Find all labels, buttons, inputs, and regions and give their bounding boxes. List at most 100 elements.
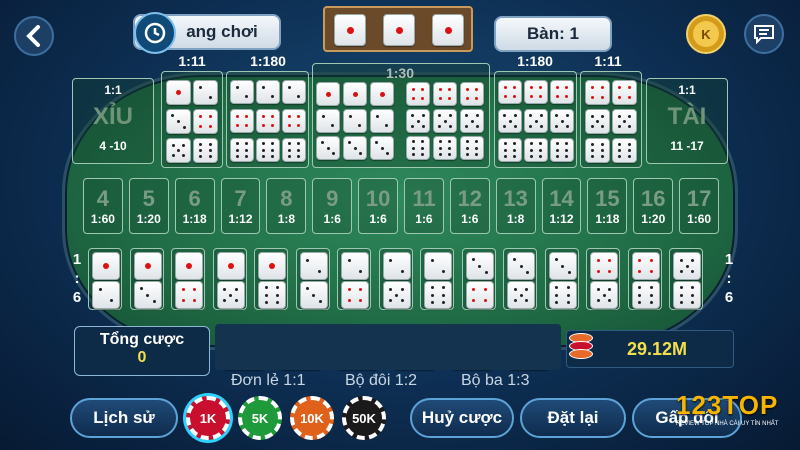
die-face-6: [550, 138, 574, 162]
die-face-3: [299, 281, 328, 309]
chip-10k[interactable]: 10K: [290, 396, 334, 440]
die-face-5: [166, 138, 191, 163]
sum-bet-7[interactable]: 7 1:12: [220, 178, 261, 234]
chip-stack-icon: [569, 333, 593, 363]
die-face-6: [612, 138, 637, 163]
history-button[interactable]: Lịch sử: [70, 398, 178, 438]
sum-bet-12[interactable]: 12 1:6: [449, 178, 490, 234]
sum-bet-15[interactable]: 15 1:18: [587, 178, 628, 234]
die-face-4: [524, 80, 548, 104]
die-face-2: [382, 252, 411, 280]
die-face-5: [433, 109, 457, 133]
small-title: XỈU: [92, 103, 133, 130]
die-face-1: [92, 252, 120, 280]
sum-odds: 1:12: [549, 212, 574, 226]
die-face-5: [612, 109, 637, 134]
die-face-4: [230, 109, 254, 133]
die-face-5: [550, 109, 574, 133]
die-face-1: [432, 14, 464, 46]
die-face-1: [343, 82, 367, 106]
die-face-6: [585, 138, 610, 163]
payout-pair: Bộ đôi 1:2: [345, 372, 418, 389]
sum-bet-17[interactable]: 17 1:60: [679, 178, 720, 234]
sum-row: 4 1:60 5 1:20 6 1:18 7 1:12 8 1:8 9 1:6 10 1:6 11 1:6 12…: [83, 178, 720, 234]
chip-selector: 1K 5K 10K 50K: [186, 396, 404, 444]
cancel-bet-button[interactable]: Huỷ cược: [410, 398, 514, 438]
die-face-3: [343, 136, 367, 160]
mode-label: ang chơi: [186, 22, 258, 41]
sum-number: 7: [234, 186, 247, 211]
die-face-4: [550, 80, 574, 104]
sum-bet-10[interactable]: 10 1:6: [358, 178, 399, 234]
die-face-6: [282, 138, 306, 162]
die-face-1: [133, 252, 162, 280]
balance-value: 29.12M: [627, 339, 688, 359]
die-face-1: [383, 14, 415, 46]
chip-50k[interactable]: 50K: [342, 396, 386, 440]
die-face-4: [406, 82, 430, 106]
die-face-4: [460, 82, 484, 106]
die-face-5: [216, 281, 245, 309]
sum-bet-8[interactable]: 8 1:8: [266, 178, 307, 234]
chip-1k[interactable]: 1K: [186, 396, 230, 440]
die-face-4: [612, 80, 637, 105]
sum-number: 11: [412, 186, 436, 211]
sum-number: 6: [188, 186, 201, 211]
die-face-3: [133, 281, 162, 309]
die-face-6: [230, 138, 254, 162]
sum-bet-9[interactable]: 9 1:6: [312, 178, 353, 234]
die-face-3: [507, 252, 535, 280]
chat-button[interactable]: [744, 14, 784, 54]
bet-small[interactable]: 1:1 XỈU 4 -10: [72, 78, 154, 164]
die-face-1: [316, 82, 340, 106]
big-title: TÀI: [667, 103, 707, 130]
die-face-6: [258, 281, 286, 309]
sum-bet-6[interactable]: 6 1:18: [174, 178, 215, 234]
history-clock-icon[interactable]: [134, 12, 176, 54]
die-face-5: [673, 252, 701, 280]
chat-icon: [754, 25, 774, 44]
sum-number: 8: [280, 186, 293, 211]
die-face-4: [282, 109, 306, 133]
chip-5k[interactable]: 5K: [238, 396, 282, 440]
sum-bet-13[interactable]: 13 1:8: [495, 178, 536, 234]
total-bet-panel: Tổng cược 0: [74, 326, 210, 376]
sum-odds: 1:8: [277, 212, 296, 226]
sum-odds: 1:18: [595, 212, 620, 226]
die-face-5: [382, 281, 411, 309]
die-face-3: [548, 252, 577, 280]
coin-icon[interactable]: K: [686, 14, 726, 54]
sum-bet-14[interactable]: 14 1:12: [541, 178, 582, 234]
die-face-1: [166, 80, 191, 105]
die-face-5: [460, 109, 484, 133]
balance-panel: 29.12M: [566, 330, 734, 368]
die-face-4: [433, 82, 457, 106]
odds-any-triple: 1:11: [178, 53, 206, 69]
die-face-4: [341, 281, 369, 309]
sum-bet-16[interactable]: 16 1:20: [633, 178, 674, 234]
sum-bet-4[interactable]: 4 1:60: [83, 178, 123, 234]
die-face-5: [406, 109, 430, 133]
sum-number: 16: [641, 186, 666, 211]
sum-number: 14: [549, 186, 574, 211]
die-face-6: [524, 138, 548, 162]
total-bet-value: 0: [137, 349, 147, 366]
payout-triple: Bộ ba 1:3: [461, 372, 530, 389]
die-face-5: [590, 281, 618, 309]
die-face-1: [216, 252, 245, 280]
watermark-logo: 123TOP REVIEW TOP NHÀ CÁI UY TÍN NHẤT: [676, 390, 779, 427]
die-face-1: [175, 252, 203, 280]
reset-button[interactable]: Đặt lại: [520, 398, 626, 438]
combo-odds-left: 1:6: [72, 251, 82, 306]
sum-bet-5[interactable]: 5 1:20: [128, 178, 169, 234]
sum-bet-11[interactable]: 11 1:6: [404, 178, 444, 234]
sum-number: 13: [503, 186, 528, 211]
sum-odds: 1:6: [461, 212, 479, 226]
bet-big[interactable]: 1:1 TÀI 11 -17: [646, 78, 728, 164]
sum-number: 10: [365, 186, 391, 211]
die-face-4: [256, 109, 280, 133]
back-button[interactable]: [14, 16, 54, 56]
die-face-2: [370, 109, 394, 133]
die-face-5: [585, 109, 610, 134]
sum-odds: 1:6: [415, 212, 433, 226]
